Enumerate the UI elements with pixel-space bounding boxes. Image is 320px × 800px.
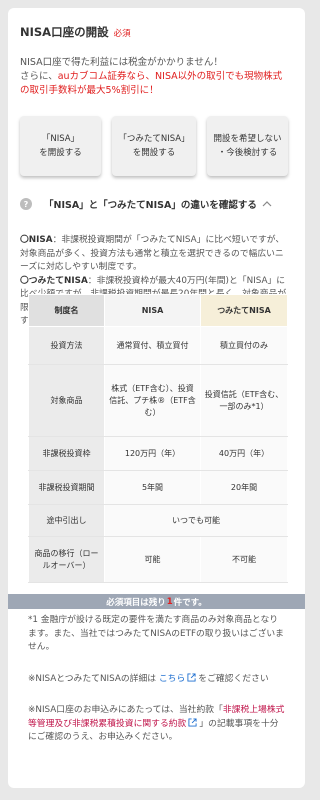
tsumitate-cell: 40万円（年） [200, 436, 288, 471]
row-label: 対象商品 [28, 364, 105, 437]
nisa-desc-head: 〇NISA [20, 235, 53, 245]
remaining-count: 1 [166, 596, 173, 607]
decline-button[interactable]: 開設を希望しない ・今後検討する [207, 116, 288, 176]
open-tsumitate-nisa-button[interactable]: 「つみたてNISA」 を開設する [112, 116, 196, 176]
row-label: 途中引出し [28, 504, 105, 537]
intro-line-1: NISA口座で得た利益には税金がかかりません！ [20, 57, 223, 68]
nisa-cell: 可能 [104, 536, 201, 583]
footnotes: *1 金融庁が設ける既定の要件を満たす商品のみ対象商品となります。また、当社では… [28, 614, 286, 763]
comparison-table: 制度名 NISA つみたてNISA 投資方法 通常買付、積立買付 積立買付のみ … [28, 294, 288, 583]
discount-promo: auカブコム証券なら、NISA以外の取引でも現物株式の取引手数料が最大5%割引に… [20, 71, 283, 96]
nisa-description: 〇NISA：非課税投資期間が「つみたてNISA」に比べ短いですが、対象商品が多く… [20, 234, 288, 275]
row-label: 商品の移行（ロールオーバー） [28, 536, 105, 583]
nisa-cell: 通常買付、積立買付 [104, 326, 201, 365]
table-row: 商品の移行（ロールオーバー） 可能 不可能 [28, 536, 288, 583]
banner-suffix: 件です。 [173, 597, 207, 608]
banner-prefix: 必須項目は残り [106, 597, 166, 608]
nisa-desc-text: ：非課税投資期間が「つみたてNISA」に比べ短いですが、対象商品が多く、投資方法… [20, 235, 285, 272]
details-suffix: をご確認ください [198, 673, 269, 684]
row-label: 投資方法 [28, 326, 105, 365]
tsumitate-cell: 投資信託（ETF含む、一部のみ*1） [200, 364, 288, 437]
question-icon: ? [20, 198, 32, 210]
intro-line-2: さらに、auカブコム証券なら、NISA以外の取引でも現物株式の取引手数料が最大5… [20, 70, 285, 98]
table-row: 非課税投資枠 120万円（年） 40万円（年） [28, 436, 288, 471]
terms-prefix: ※NISA口座のお申込みにあたっては、当社約款「 [28, 705, 223, 715]
nisa-cell: 株式（ETF含む）、投資信託、プチ株®（ETF含む） [104, 364, 201, 437]
nisa-cell: 120万円（年） [104, 436, 201, 471]
open-nisa-button[interactable]: 「NISA」 を開設する [20, 116, 101, 176]
table-header: つみたてNISA [200, 294, 288, 327]
tsumitate-desc-head: 〇つみたてNISA [20, 275, 88, 286]
intro-prefix: さらに、 [20, 71, 58, 82]
table-header: NISA [104, 294, 201, 327]
table-row: 投資方法 通常買付、積立買付 積立買付のみ [28, 326, 288, 365]
nisa-choice-group: 「NISA」 を開設する 「つみたてNISA」 を開設する 開設を希望しない ・… [20, 116, 288, 176]
tsumitate-cell: 20年間 [200, 470, 288, 505]
footnote-terms: ※NISA口座のお申込みにあたっては、当社約款「非課税上場株式等管理及び非課税累… [28, 704, 286, 745]
tsumitate-cell: 不可能 [200, 536, 288, 583]
details-prefix: ※NISAとつみたてNISAの詳細は [28, 673, 157, 684]
nisa-cell: 5年間 [104, 470, 201, 505]
table-row: 途中引出し いつでも可能 [28, 504, 288, 537]
remaining-required-banner: 必須項目は残り 1 件です。 [8, 594, 305, 609]
row-label: 非課税投資期間 [28, 470, 105, 505]
section-header: NISA口座の開設 必須 [20, 24, 131, 40]
footnote-details: ※NISAとつみたてNISAの詳細は こちら をご確認ください [28, 672, 286, 687]
shared-cell: いつでも可能 [104, 504, 288, 537]
table-row: 非課税投資期間 5年間 20年間 [28, 470, 288, 505]
difference-toggle-label: 「NISA」と「つみたてNISA」の違いを確認する [44, 200, 257, 211]
external-link-icon[interactable] [188, 717, 197, 727]
footnote-etf: *1 金融庁が設ける既定の要件を満たす商品のみ対象商品となります。また、当社では… [28, 615, 284, 652]
intro-text: NISA口座で得た利益には税金がかかりません！ さらに、auカブコム証券なら、N… [20, 56, 285, 98]
table-row: 対象商品 株式（ETF含む）、投資信託、プチ株®（ETF含む） 投資信託（ETF… [28, 364, 288, 437]
chevron-up-icon [262, 201, 272, 207]
page-title: NISA口座の開設 [20, 25, 109, 39]
row-label: 非課税投資枠 [28, 436, 105, 471]
difference-toggle[interactable]: ? 「NISA」と「つみたてNISA」の違いを確認する [20, 197, 273, 211]
required-badge: 必須 [113, 29, 131, 39]
table-header-row: 制度名 NISA つみたてNISA [28, 294, 288, 327]
tsumitate-cell: 積立買付のみ [200, 326, 288, 365]
external-link-icon[interactable] [187, 672, 196, 682]
table-header: 制度名 [28, 294, 105, 327]
details-link[interactable]: こちら [159, 674, 185, 684]
